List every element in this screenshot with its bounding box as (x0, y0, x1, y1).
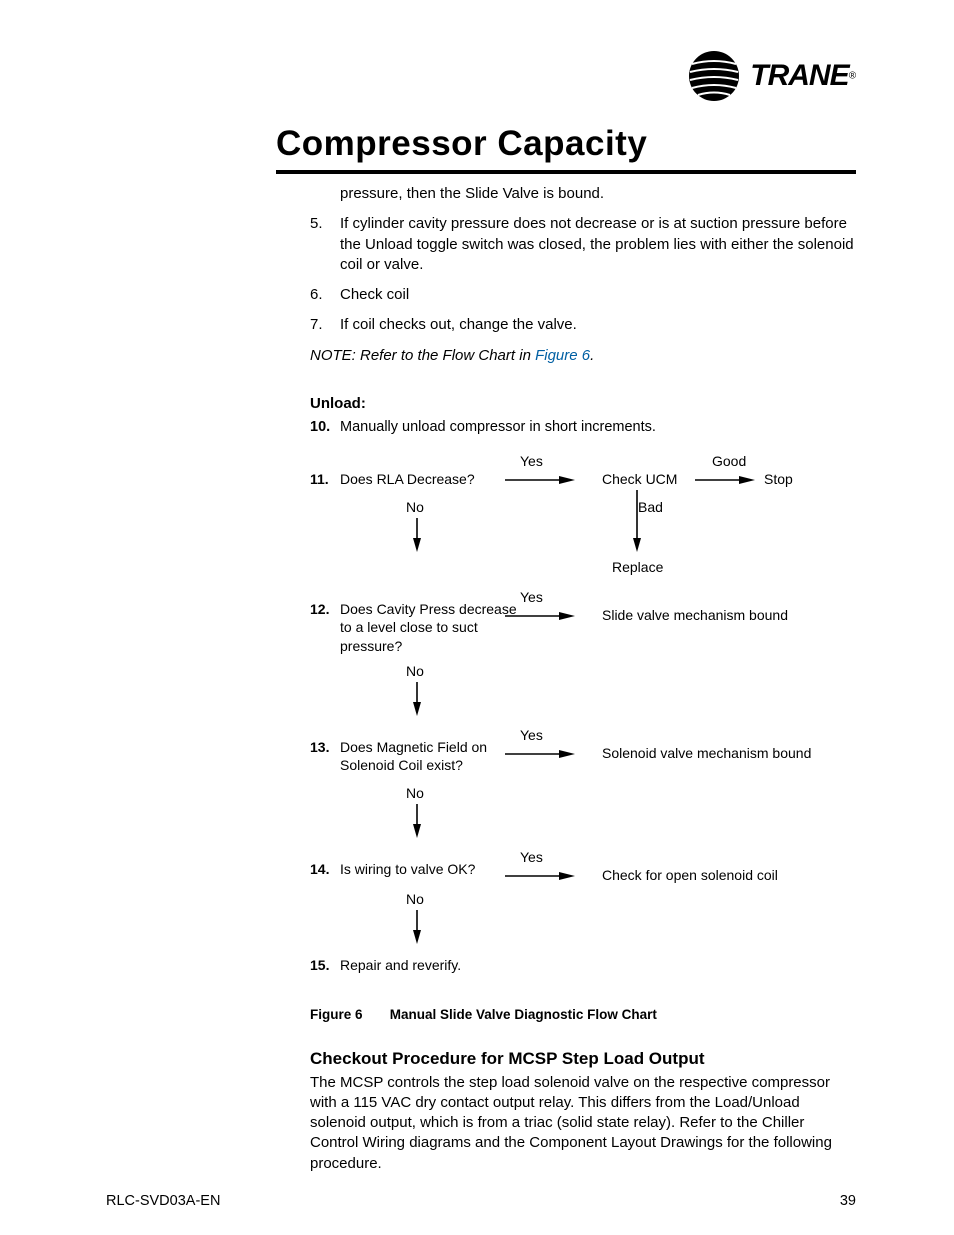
step-num: 13. (310, 738, 332, 776)
flow-slide-bound: Slide valve mechanism bound (602, 606, 788, 625)
flow-sol-bound: Solenoid valve mechanism bound (602, 744, 811, 763)
flow-open-sol: Check for open solenoid coil (602, 866, 778, 885)
flow-check-ucm: Check UCM (602, 470, 677, 489)
flow-q11: 11. Does RLA Decrease? (310, 470, 475, 489)
list-item-7: 7. If coil checks out, change the valve. (310, 315, 856, 335)
list-num: 7. (310, 315, 328, 335)
note-line: NOTE: Refer to the Flow Chart in Figure … (310, 346, 856, 366)
list-num: 6. (310, 285, 328, 305)
flow-q13: 13. Does Magnetic Field on Solenoid Coil… (310, 738, 520, 776)
label-good: Good (712, 452, 746, 471)
arrow-icon (413, 518, 425, 552)
arrow-icon (505, 872, 575, 884)
step-text: Repair and reverify. (340, 956, 461, 975)
arrow-icon (505, 476, 575, 488)
list-item-5: 5. If cylinder cavity pressure does not … (310, 214, 856, 275)
label-yes: Yes (520, 452, 543, 471)
page-footer: RLC-SVD03A-EN 39 (106, 1193, 856, 1209)
step-text: Does Magnetic Field on Solenoid Coil exi… (340, 738, 520, 776)
arrow-icon (505, 612, 575, 624)
flow-replace: Replace (612, 558, 663, 577)
title-rule (276, 170, 856, 174)
checkout-header: Checkout Procedure for MCSP Step Load Ou… (310, 1048, 856, 1071)
arrow-icon (633, 490, 645, 552)
intro-tail: pressure, then the Slide Valve is bound. (340, 184, 856, 204)
label-yes: Yes (520, 588, 543, 607)
label-no: No (406, 662, 424, 681)
step-num: 15. (310, 956, 332, 975)
label-yes: Yes (520, 726, 543, 745)
list-num: 5. (310, 214, 328, 275)
list-text: Check coil (340, 285, 409, 305)
flow-q15: 15. Repair and reverify. (310, 956, 461, 975)
step-10: 10. Manually unload compressor in short … (310, 418, 856, 438)
step-text: Does RLA Decrease? (340, 470, 475, 489)
step-num: 10. (310, 418, 332, 438)
unload-header: Unload: (310, 394, 856, 414)
list-text: If cylinder cavity pressure does not dec… (340, 214, 856, 275)
brand: TRANE® (688, 50, 856, 102)
note-tail: . (590, 347, 594, 364)
arrow-icon (695, 476, 755, 488)
checkout-body: The MCSP controls the step load solenoid… (310, 1073, 856, 1174)
arrow-icon (505, 750, 575, 762)
step-num: 14. (310, 860, 332, 879)
list-item-6: 6. Check coil (310, 285, 856, 305)
figure-caption: Figure 6 Manual Slide Valve Diagnostic F… (310, 1006, 856, 1024)
arrow-icon (413, 910, 425, 944)
list-text: If coil checks out, change the valve. (340, 315, 577, 335)
flow-chart: 11. Does RLA Decrease? Yes Check UCM Goo… (310, 440, 856, 1000)
label-yes: Yes (520, 848, 543, 867)
step-text: Does Cavity Press decrease to a level cl… (340, 600, 520, 657)
brand-reg: ® (849, 71, 856, 82)
label-no: No (406, 784, 424, 803)
page-title: Compressor Capacity (106, 124, 856, 164)
arrow-icon (413, 682, 425, 716)
note-lead: NOTE: Refer to the Flow Chart in (310, 347, 535, 364)
label-no: No (406, 498, 424, 517)
step-num: 11. (310, 470, 332, 489)
step-text: Manually unload compressor in short incr… (340, 418, 656, 438)
note-link[interactable]: Figure 6 (535, 347, 590, 364)
step-text: Is wiring to valve OK? (340, 860, 475, 879)
step-num: 12. (310, 600, 332, 657)
footer-page-number: 39 (840, 1193, 856, 1209)
figure-label: Figure 6 (310, 1006, 386, 1024)
flow-stop: Stop (764, 470, 793, 489)
brand-name: TRANE® (750, 59, 856, 93)
flow-q12: 12. Does Cavity Press decrease to a leve… (310, 600, 520, 657)
flow-q14: 14. Is wiring to valve OK? (310, 860, 475, 879)
figure-text: Manual Slide Valve Diagnostic Flow Chart (390, 1007, 657, 1022)
footer-doc-id: RLC-SVD03A-EN (106, 1193, 220, 1209)
arrow-icon (413, 804, 425, 838)
label-no: No (406, 890, 424, 909)
globe-icon (688, 50, 740, 102)
header-logo-row: TRANE® (106, 50, 856, 102)
brand-word: TRANE (750, 59, 848, 92)
